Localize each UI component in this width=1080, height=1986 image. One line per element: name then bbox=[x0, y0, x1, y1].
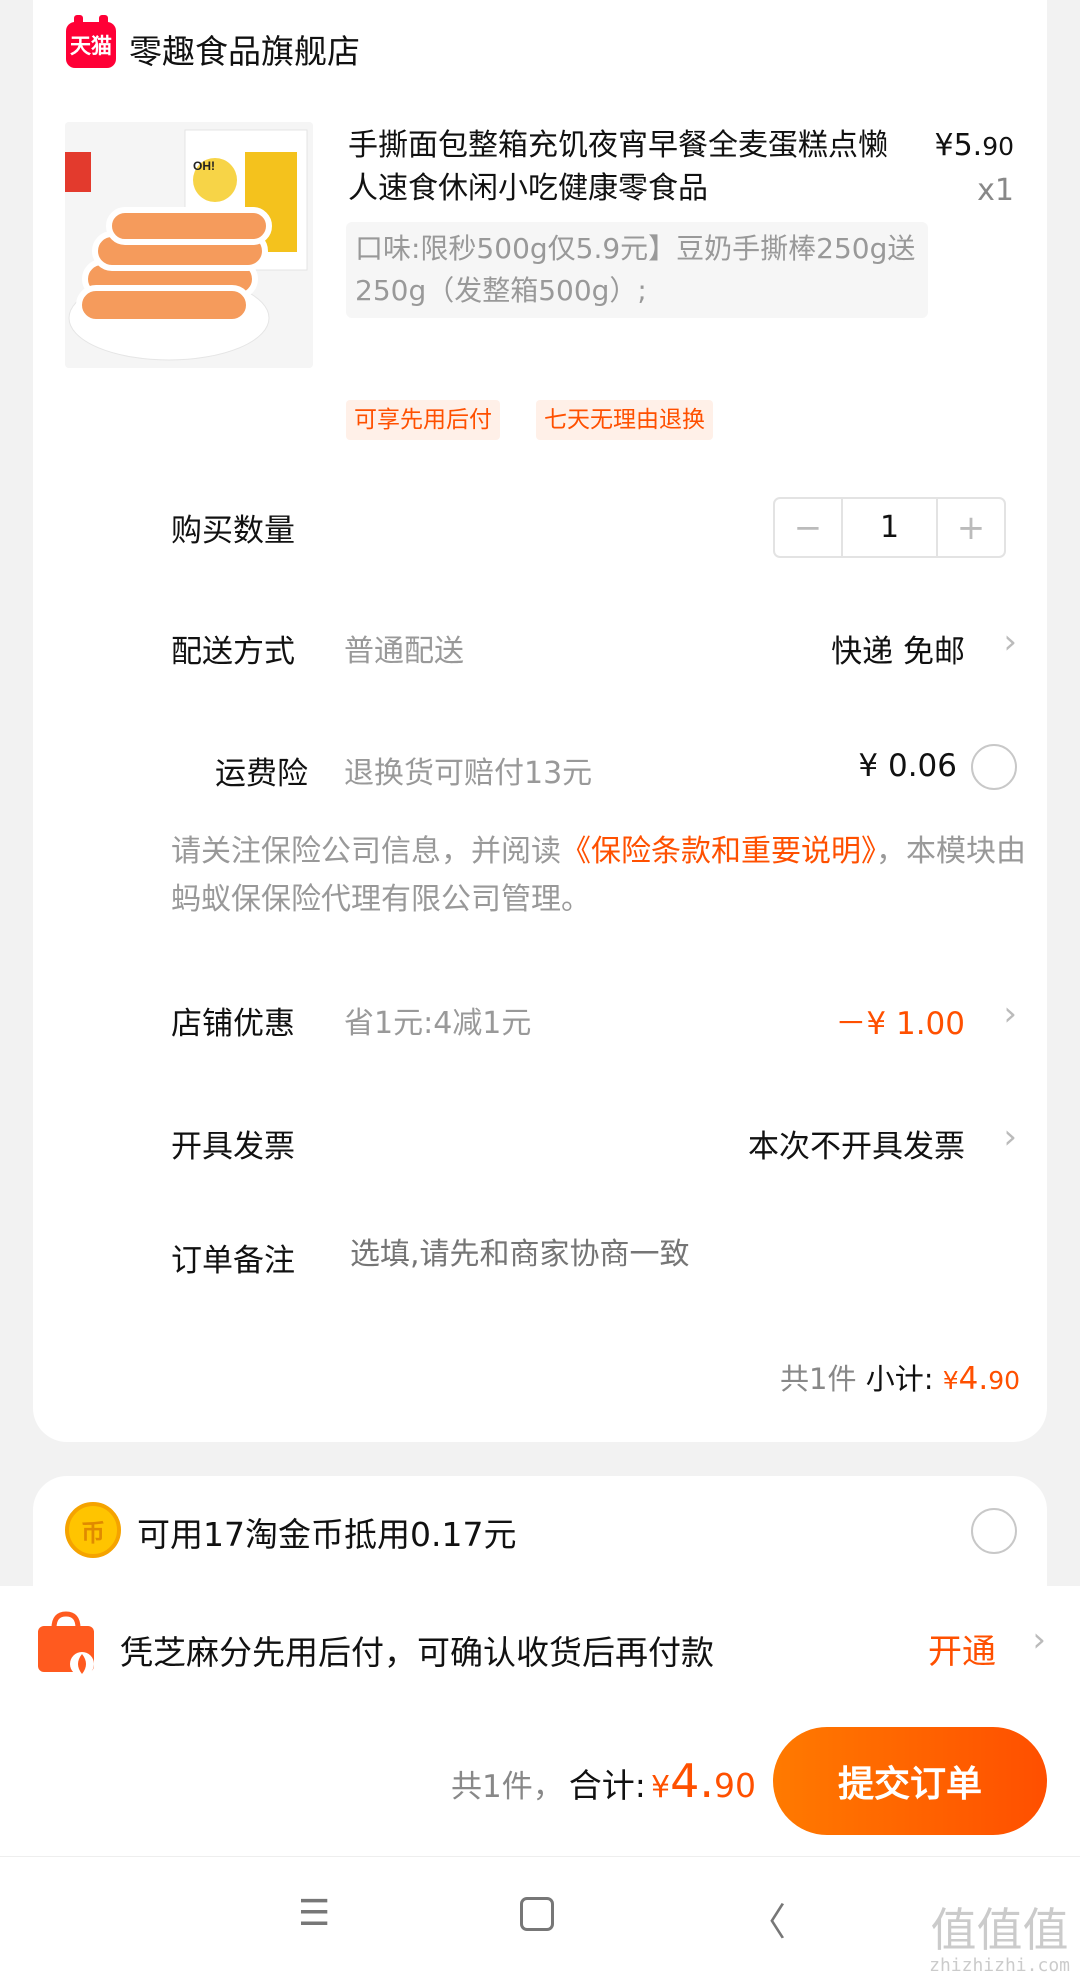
product-price: ¥5.90 bbox=[934, 128, 1014, 163]
home-icon[interactable] bbox=[520, 1897, 554, 1931]
insurance-radio[interactable] bbox=[971, 744, 1017, 790]
product-sku[interactable]: 口味:限秒500g仅5.9元】豆奶手撕棒250g送250g（发整箱500g）; bbox=[346, 222, 928, 318]
svg-text:OH!: OH! bbox=[193, 159, 215, 173]
menu-icon[interactable]: ☰ bbox=[298, 1893, 330, 1934]
remark-label: 订单备注 bbox=[171, 1243, 295, 1279]
tag-return-policy: 七天无理由退换 bbox=[536, 400, 713, 440]
pay-later-banner[interactable]: 凭芝麻分先用后付，可确认收货后再付款 开通 › bbox=[0, 1586, 1080, 1710]
order-card: 天猫 零趣食品旗舰店 OH! 手撕面包整箱充饥夜宵早餐全麦蛋糕点懒人速食休闲小吃… bbox=[33, 0, 1047, 1442]
coin-text: 可用17淘金币抵用0.17元 bbox=[137, 1515, 517, 1554]
quantity-label: 购买数量 bbox=[171, 513, 295, 549]
submit-order-button[interactable]: 提交订单 bbox=[773, 1727, 1047, 1835]
checkout-bar: 共1件， 合计: ¥4.90 提交订单 bbox=[0, 1710, 1080, 1856]
delivery-method: 普通配送 bbox=[344, 634, 464, 669]
chevron-right-icon[interactable]: › bbox=[1003, 622, 1017, 662]
discount-value[interactable]: －¥ 1.00 bbox=[835, 998, 965, 1043]
pay-later-text: 凭芝麻分先用后付，可确认收货后再付款 bbox=[120, 1633, 714, 1672]
insurance-terms-link[interactable]: 《保险条款和重要说明》 bbox=[561, 834, 876, 869]
chevron-right-icon[interactable]: › bbox=[1003, 994, 1017, 1034]
product-quantity-label: x1 bbox=[977, 173, 1014, 208]
increase-button[interactable]: + bbox=[938, 499, 1004, 556]
tmall-logo-icon: 天猫 bbox=[66, 15, 116, 68]
shopping-bag-icon bbox=[34, 1610, 98, 1678]
activate-link[interactable]: 开通 bbox=[928, 1624, 996, 1673]
watermark: 值值值 zhizhizhi.com bbox=[929, 1903, 1070, 1976]
product-title[interactable]: 手撕面包整箱充饥夜宵早餐全麦蛋糕点懒人速食休闲小吃健康零食品 bbox=[348, 124, 908, 210]
total-summary: 共1件， 合计: ¥4.90 bbox=[450, 1754, 756, 1808]
coin-icon: 币 bbox=[65, 1502, 121, 1558]
insurance-notice: 请关注保险公司信息，并阅读《保险条款和重要说明》，本模块由蚂蚁保保险代理有限公司… bbox=[171, 834, 1026, 917]
shop-name[interactable]: 零趣食品旗舰店 bbox=[129, 25, 360, 73]
chevron-right-icon[interactable]: › bbox=[1032, 1620, 1046, 1660]
back-icon[interactable]: 〈 bbox=[748, 1891, 786, 1946]
delivery-label: 配送方式 bbox=[171, 634, 295, 670]
decrease-button[interactable]: − bbox=[775, 499, 841, 556]
insurance-description: 退换货可赔付13元 bbox=[344, 756, 593, 791]
invoice-label: 开具发票 bbox=[171, 1129, 295, 1165]
tag-pay-later: 可享先用后付 bbox=[346, 400, 500, 440]
remark-input[interactable] bbox=[350, 1230, 1010, 1278]
coin-card: 币 可用17淘金币抵用0.17元 bbox=[33, 1476, 1047, 1586]
system-nav-bar: ☰ 〈 值值值 zhizhizhi.com bbox=[0, 1856, 1080, 1986]
invoice-value[interactable]: 本次不开具发票 bbox=[748, 1121, 965, 1166]
quantity-stepper[interactable]: − 1 + bbox=[773, 497, 1006, 558]
insurance-label: 运费险 bbox=[215, 756, 308, 792]
quantity-value[interactable]: 1 bbox=[841, 499, 938, 556]
discount-description: 省1元:4减1元 bbox=[344, 1006, 532, 1041]
product-image[interactable]: OH! bbox=[65, 122, 313, 368]
chevron-right-icon[interactable]: › bbox=[1003, 1117, 1017, 1157]
coin-radio[interactable] bbox=[971, 1508, 1017, 1554]
delivery-value[interactable]: 快递 免邮 bbox=[831, 626, 965, 671]
product-image-drawing: OH! bbox=[65, 122, 313, 368]
insurance-price: ¥ 0.06 bbox=[858, 748, 957, 784]
discount-label: 店铺优惠 bbox=[171, 1006, 295, 1042]
subtotal: 共1件 小计: ¥4.90 bbox=[780, 1361, 1020, 1397]
